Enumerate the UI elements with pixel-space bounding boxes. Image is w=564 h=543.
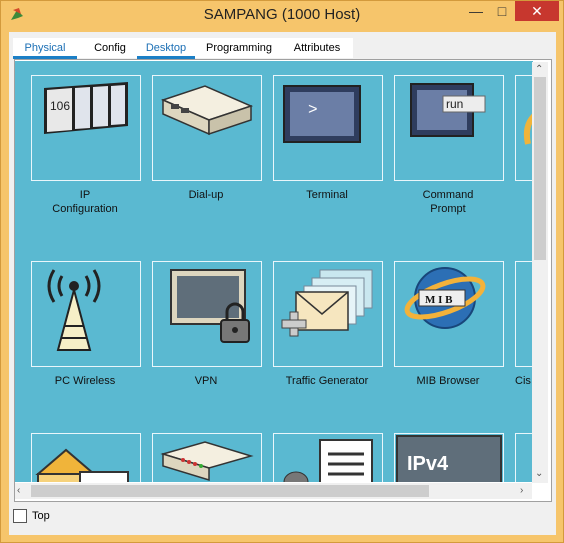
tab-attributes-label: Attributes [293,42,341,54]
tab-programming-label: Programming [205,42,273,54]
run-text: run [446,97,463,111]
close-button[interactable]: ✕ [515,1,559,21]
partial-tile-row2[interactable] [515,261,533,367]
command-prompt-tile[interactable]: run [394,75,504,181]
email-tile[interactable] [31,433,141,482]
pc-wireless-label: PC Wireless [54,375,116,387]
modem-icon [160,85,254,136]
partial-app-label: Cis [515,375,531,387]
partial-tile-row3[interactable] [515,433,533,482]
dial-up-label: Dial-up [188,189,224,201]
traffic-generator-icon [281,269,373,337]
command-prompt-label: Command Prompt [422,189,474,215]
tab-bar: Physical Config Desktop Programming Attr… [13,38,353,59]
window-frame: SAMPANG (1000 Host) — □ ✕ Physical Confi… [0,0,564,543]
email-icon [35,448,129,482]
text-editor-tile[interactable] [273,433,383,482]
scroll-up-icon[interactable]: ⌃ [535,64,543,76]
tab-desktop[interactable]: Desktop [137,38,195,59]
vpn-tile[interactable] [152,261,262,367]
mib-browser-label: MIB Browser [416,375,480,387]
horizontal-scroll-thumb[interactable] [31,485,429,497]
router-device-icon [160,441,254,482]
top-checkbox[interactable] [13,509,27,523]
maximize-button[interactable]: □ [489,1,515,21]
vertical-scrollbar[interactable]: ⌃ ⌄ [532,62,548,483]
scroll-left-icon[interactable]: ‹ [17,485,20,497]
horizontal-scrollbar[interactable]: ‹ › [15,483,532,499]
pppoe-dialer-tile[interactable] [152,433,262,482]
vpn-label: VPN [194,375,218,387]
vertical-scroll-thumb[interactable] [534,77,546,260]
terminal-tile[interactable]: > [273,75,383,181]
wireless-tower-icon [47,269,101,351]
traffic-generator-label: Traffic Generator [285,375,369,387]
command-prompt-icon: run [410,83,486,137]
terminal-label: Terminal [306,189,348,201]
top-checkbox-label: Top [32,510,50,522]
tab-physical-label: Physical [24,42,66,54]
vpn-lock-icon [170,269,250,343]
tab-desktop-label: Desktop [145,42,187,54]
desktop-panel: 106 IP Configuration Dial-up > Terminal [15,61,533,482]
partial-app-icon [523,113,533,145]
minimize-button[interactable]: — [463,1,489,21]
dial-up-tile[interactable] [152,75,262,181]
tab-programming[interactable]: Programming [201,38,277,58]
ip-configuration-tile[interactable]: 106 [31,75,141,181]
scroll-down-icon[interactable]: ⌄ [535,468,543,480]
svg-text:>: > [308,101,318,119]
mib-browser-icon: M I B [404,267,486,329]
tab-config-label: Config [94,42,126,54]
ipv4-screen-icon: IPv4 [396,435,502,482]
mib-browser-tile[interactable]: M I B [394,261,504,367]
scroll-right-icon[interactable]: › [520,485,523,497]
tab-attributes[interactable]: Attributes [283,38,351,58]
partial-tile-row1[interactable] [515,75,533,181]
ipv4-text: IPv4 [407,453,449,475]
mib-text: M I B [425,294,453,306]
pc-wireless-tile[interactable] [31,261,141,367]
text-editor-icon [283,439,373,482]
ip-configuration-icon: 106 [44,82,128,134]
ipv6-config-tile[interactable]: IPv4 [394,433,504,482]
tab-config[interactable]: Config [81,38,139,58]
ip-configuration-label: IP Configuration [52,189,118,215]
terminal-icon: > [283,85,361,143]
title-bar: SAMPANG (1000 Host) — □ ✕ [1,1,563,31]
traffic-generator-tile[interactable] [273,261,383,367]
ip-number-text: 106 [50,99,70,113]
tab-physical[interactable]: Physical [13,38,77,59]
